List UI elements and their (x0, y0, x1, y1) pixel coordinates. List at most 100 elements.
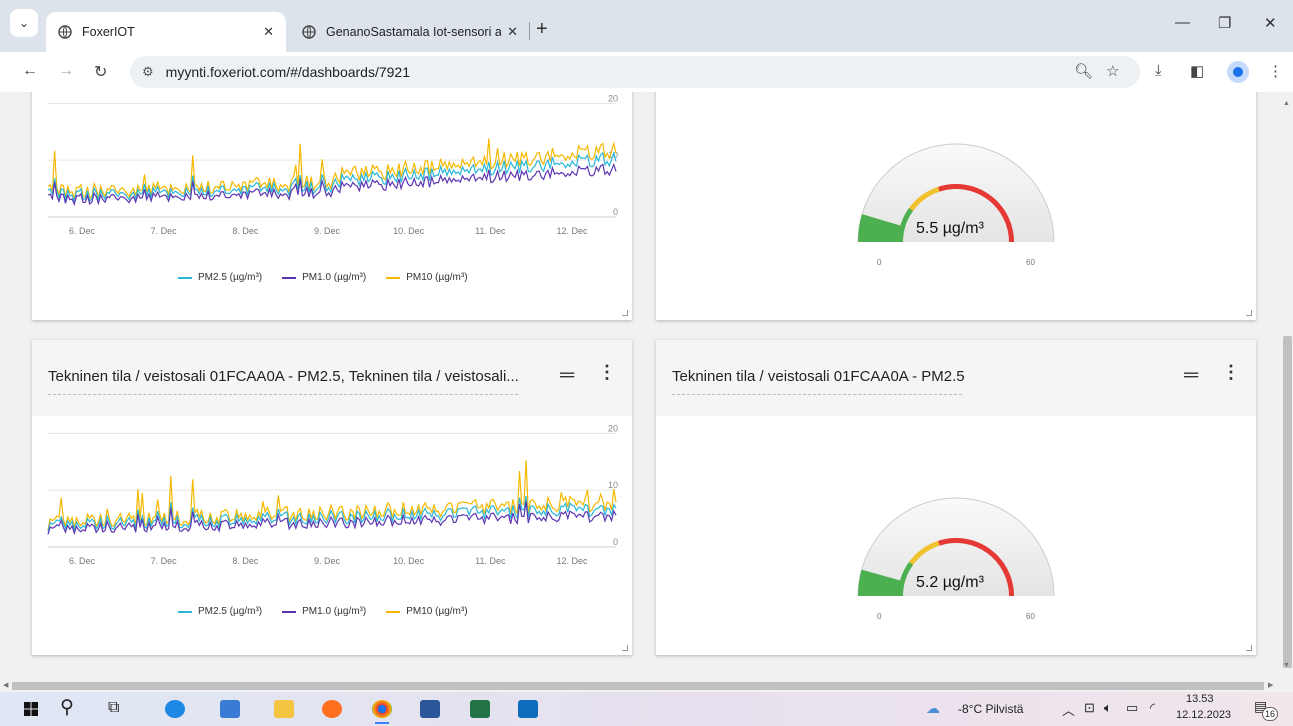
card-menu-icon[interactable]: ⋮ (598, 362, 616, 383)
search-icon[interactable]: ⚲ (60, 696, 74, 719)
chart-legend: PM2.5 (µg/m³) PM1.0 (µg/m³) PM10 (µg/m³) (178, 272, 468, 283)
task-view-icon[interactable]: ⧉ (108, 699, 119, 717)
windows-start-icon[interactable] (24, 702, 38, 716)
restore-icon[interactable]: ❐ (1218, 14, 1231, 32)
drag-handle-icon[interactable]: ═ (1184, 364, 1198, 387)
legend-label: PM2.5 (µg/m³) (198, 272, 263, 283)
card-title: Tekninen tila / veistosali 01FCAA0A - PM… (48, 368, 519, 385)
horizontal-scrollbar[interactable]: ◀ ▶ (0, 680, 1280, 692)
legend-label: PM10 (µg/m³) (406, 272, 468, 283)
gauge-max: 60 (1026, 612, 1035, 621)
x-tick-label: 10. Dec (393, 226, 425, 236)
side-panel-icon[interactable]: ◧ (1190, 62, 1204, 80)
outlook-icon[interactable] (518, 700, 538, 718)
back-icon[interactable]: ← (22, 62, 38, 80)
drag-handle-icon[interactable]: ═ (560, 364, 574, 387)
title-underline (672, 394, 962, 395)
excel-icon[interactable] (470, 700, 490, 718)
legend-item-pm10[interactable]: PM10 (µg/m³) (386, 272, 468, 283)
address-bar[interactable]: ⚙ myynti.foxeriot.com/#/dashboards/7921 (130, 56, 1140, 88)
scrollbar-thumb[interactable] (12, 682, 1264, 690)
minimize-icon[interactable]: — (1175, 14, 1190, 31)
site-info-icon[interactable]: ⚙ (142, 64, 154, 80)
url-text: myynti.foxeriot.com/#/dashboards/7921 (165, 64, 411, 80)
weather-text[interactable]: -8°C Pilvistä (958, 702, 1023, 716)
new-tab-button[interactable]: + (536, 18, 548, 41)
wifi-icon[interactable]: ◜ (1150, 700, 1155, 716)
legend-swatch (282, 610, 297, 613)
cloud-icon: ☁ (926, 700, 940, 716)
y-tick-label: 20 (608, 423, 618, 433)
gauge-max: 60 (1026, 258, 1035, 267)
title-underline (48, 394, 518, 395)
legend-item-pm25[interactable]: PM2.5 (µg/m³) (178, 606, 262, 617)
x-tick-label: 9. Dec (314, 556, 341, 566)
store-icon[interactable] (220, 700, 240, 718)
chevron-up-icon[interactable]: ︿ (1062, 700, 1075, 719)
resize-handle[interactable] (622, 645, 628, 651)
zoom-icon[interactable]: 🔍︎ (1074, 62, 1093, 80)
y-tick-label: 0 (613, 207, 618, 217)
clock-time[interactable]: 13.53 (1186, 693, 1214, 705)
forward-icon[interactable]: → (58, 62, 74, 80)
resize-handle[interactable] (622, 310, 628, 316)
gauge-card-top: 5.5 µg/m³ 0 60 (656, 92, 1256, 320)
active-app-indicator (375, 722, 389, 724)
x-tick-label: 11. Dec (475, 226, 506, 236)
tab-title: GenanoSastamala Iot-sensori ar (326, 25, 502, 39)
x-tick-label: 8. Dec (232, 556, 259, 566)
close-tab-icon[interactable]: ✕ (263, 24, 274, 40)
scroll-up-icon[interactable]: ▲ (1283, 100, 1290, 107)
close-tab-icon[interactable]: ✕ (507, 24, 518, 40)
file-explorer-icon[interactable] (274, 700, 294, 718)
x-tick-label: 7. Dec (151, 556, 178, 566)
scroll-left-icon[interactable]: ◀ (3, 681, 8, 689)
vertical-scrollbar[interactable]: ▲ ▼ (1280, 92, 1293, 680)
tab-foxeriot[interactable]: FoxerIOT ✕ (46, 12, 286, 52)
gauge-value: 5.2 µg/m³ (916, 574, 984, 591)
clock-date[interactable]: 12.12.2023 (1176, 709, 1231, 721)
legend-item-pm25[interactable]: PM2.5 (µg/m³) (178, 272, 262, 283)
legend-label: PM1.0 (µg/m³) (302, 606, 367, 617)
resize-handle[interactable] (1246, 310, 1252, 316)
volume-icon[interactable]: 🔈︎ (1104, 700, 1112, 716)
x-tick-label: 12. Dec (556, 226, 588, 236)
word-icon[interactable] (420, 700, 440, 718)
tab-genano[interactable]: GenanoSastamala Iot-sensori ar ✕ (290, 12, 530, 52)
scrollbar-thumb[interactable] (1283, 336, 1292, 668)
download-icon[interactable]: ⤓ (1155, 62, 1162, 79)
reload-icon[interactable]: ↻ (94, 62, 107, 82)
legend-swatch (282, 276, 297, 279)
y-tick-label: 20 (608, 93, 618, 103)
battery-icon[interactable]: ▭ (1126, 700, 1138, 716)
meet-icon[interactable]: ⊡ (1084, 700, 1095, 716)
menu-kebab-icon[interactable]: ⋮ (1268, 62, 1283, 80)
taskbar: ⚲ ⧉ ☁ -8°C Pilvistä ︿ ⊡ 🔈︎ ▭ ◜ 13.53 12.… (0, 692, 1293, 726)
browser-toolbar: ← → ↻ ⚙ myynti.foxeriot.com/#/dashboards… (0, 52, 1293, 92)
bookmark-star-icon[interactable]: ☆ (1106, 62, 1119, 80)
legend-item-pm1[interactable]: PM1.0 (µg/m³) (282, 606, 366, 617)
tab-search-button[interactable]: ⌄ (10, 9, 38, 37)
profile-avatar[interactable] (1227, 61, 1249, 83)
chart-card-top: 0 10 20 6. Dec 7. Dec 8. Dec 9. Dec 10. Dec 11.… (32, 92, 632, 320)
legend-item-pm10[interactable]: PM10 (µg/m³) (386, 606, 468, 617)
chart-legend: PM2.5 (µg/m³) PM1.0 (µg/m³) PM10 (µg/m³) (178, 606, 468, 617)
firefox-icon[interactable] (322, 700, 342, 718)
resize-handle[interactable] (1246, 645, 1252, 651)
globe-icon (302, 25, 316, 39)
close-window-icon[interactable]: ✕ (1264, 14, 1277, 32)
gauge-card-bottom: Tekninen tila / veistosali 01FCAA0A - PM… (656, 340, 1256, 655)
x-tick-label: 9. Dec (314, 226, 341, 236)
x-tick-label: 7. Dec (151, 226, 178, 236)
y-tick-label: 10 (608, 480, 618, 490)
scroll-down-icon[interactable]: ▼ (1283, 662, 1290, 669)
line-chart-bottom: 0 10 20 6. Dec 7. Dec 8. Dec 9. Dec 10. Dec 11.… (47, 423, 618, 566)
y-tick-label: 0 (613, 537, 618, 547)
x-tick-label: 6. Dec (69, 226, 96, 236)
legend-item-pm1[interactable]: PM1.0 (µg/m³) (282, 272, 366, 283)
card-menu-icon[interactable]: ⋮ (1222, 362, 1240, 383)
legend-swatch (386, 276, 401, 279)
chrome-icon[interactable] (372, 700, 392, 718)
scroll-right-icon[interactable]: ▶ (1268, 681, 1273, 689)
edge-icon[interactable] (165, 700, 185, 718)
